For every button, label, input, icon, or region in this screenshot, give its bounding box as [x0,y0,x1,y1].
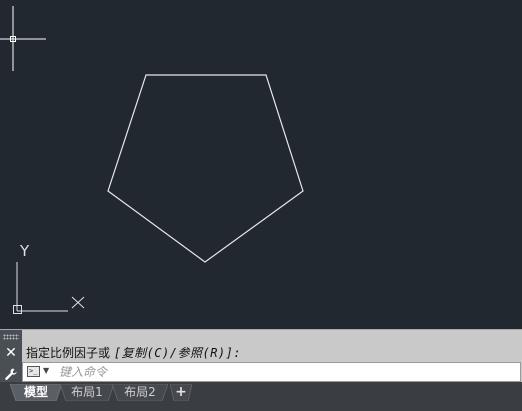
grip-handle-icon[interactable] [3,334,19,340]
layout-tab-bar: 模型 布局1 布局2 + [0,382,522,411]
drawing-canvas[interactable]: Y [0,0,522,329]
command-options-text[interactable]: [复制(C)/参照(R)]: [114,346,241,360]
customize-button[interactable] [0,364,22,383]
command-input[interactable] [59,363,509,381]
crosshair-cursor-icon [0,6,46,71]
ucs-axis-icon [13,262,85,314]
wrench-icon[interactable] [4,367,18,381]
command-history-line: 指定比例因子或 [复制(C)/参照(R)]: [26,344,241,362]
command-input-box[interactable]: >_ ▼ [22,362,521,382]
add-layout-button[interactable]: + [170,384,192,401]
ucs-y-label: Y [19,242,30,260]
tab-model[interactable]: 模型 [10,384,62,401]
command-line-panel: ✕ 指定比例因子或 [复制(C)/参照(R)]: >_ ▼ [0,329,522,383]
command-prompt-icon[interactable]: >_ [27,366,40,377]
chevron-down-icon[interactable]: ▼ [43,366,49,375]
command-prompt-text: 指定比例因子或 [26,346,111,360]
tab-layout1[interactable]: 布局1 [60,384,114,401]
drawing-area-svg[interactable]: Y [0,0,522,329]
tab-layout2-label: 布局2 [124,385,156,399]
tab-model-label: 模型 [23,385,48,399]
tab-layout1-label: 布局1 [71,385,103,399]
tab-layout2[interactable]: 布局2 [112,384,168,401]
close-command-line-button[interactable]: ✕ [0,344,22,362]
pentagon-shape[interactable] [107,74,304,263]
command-line-grip[interactable]: ✕ [0,330,22,383]
plus-icon[interactable]: + [175,384,187,400]
close-icon[interactable]: ✕ [5,345,17,361]
